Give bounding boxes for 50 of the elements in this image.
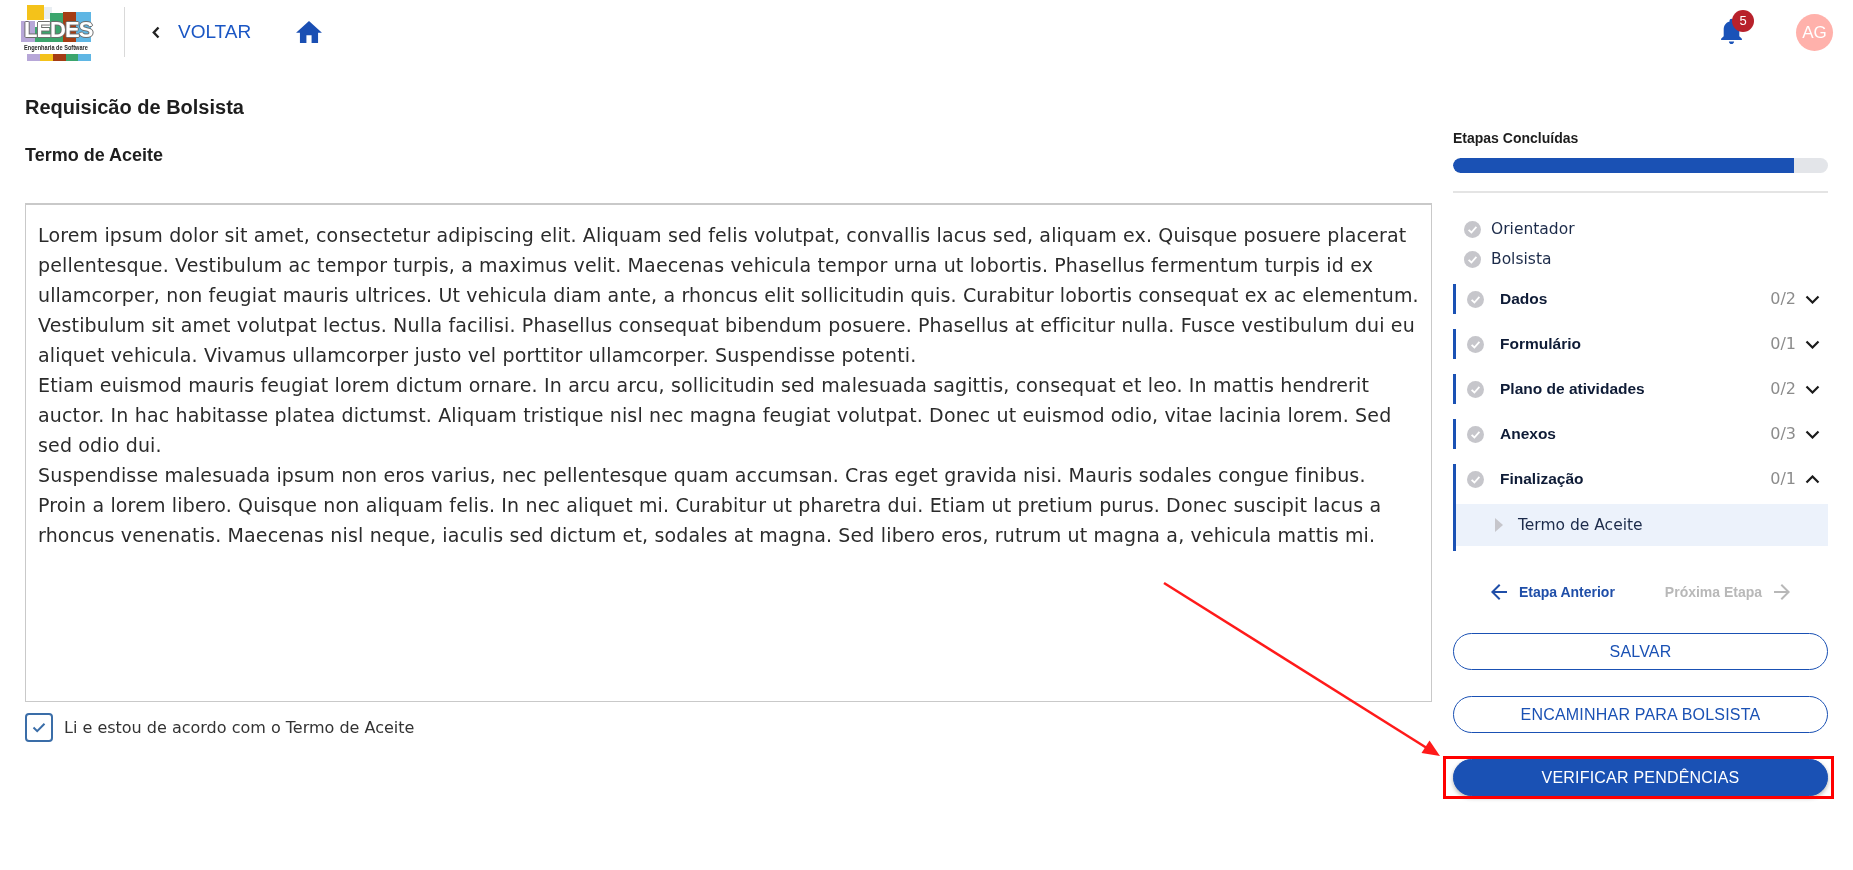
step-group-label[interactable]: Formulário (1500, 334, 1771, 354)
notification-badge: 5 (1732, 10, 1754, 32)
step-label[interactable]: Bolsista (1491, 249, 1552, 269)
chevron-down-icon[interactable] (1805, 294, 1820, 304)
chevron-left-icon (152, 25, 160, 39)
step-count: 0/2 (1770, 379, 1796, 399)
check-circle-icon (1467, 290, 1484, 308)
step-count: 0/1 (1770, 469, 1796, 489)
step-count: 0/1 (1770, 334, 1796, 354)
check-circle-icon (1467, 425, 1484, 443)
agreement-checkbox[interactable] (25, 713, 53, 742)
caret-right-icon (1495, 518, 1503, 532)
terms-paragraph: Lorem ipsum dolor sit amet, consectetur adipiscing elit. Aliquam sed felis volutpat, convallis lacus sed, aliquam ex. Quisque posuere placerat pellentesque. Vestibulum ac tempor turpis, a maximus velit. Maecenas vehicula tempor urna ut lobortis. Phasellus fermentum turpis id ex ullamcorper, non feugiat mauris ultrices. Ut vehicula diam ante, a rhoncus elit sollicitudin quis. Curabitur lobortis consequat ex ac elementum. Vestibulum sit amet volutpat lectus. Nulla facilisi. Phasellus consequat bibendum posuere. Phasellus at efficitur nulla. Fusce vestibulum dui eu aliquet vehicula. Vivamus ullamcorper justo vel porttitor ullamcorper. Suspendisse potenti. (38, 223, 1419, 368)
logo-tagline: Engenharia de Software (24, 42, 88, 53)
step-group-label[interactable]: Finalização (1500, 469, 1771, 489)
checkmark-icon (32, 722, 46, 733)
arrow-right-icon (1774, 584, 1791, 600)
previous-step-button[interactable]: Etapa Anterior (1490, 582, 1615, 602)
page-title: Requisicão de Bolsista (25, 95, 245, 120)
chevron-down-icon[interactable] (1805, 339, 1820, 349)
terms-paragraph: Etiam euismod mauris feugiat lorem dictum ornare. In arcu arcu, sollicitudin sed malesuada sagittis, consequat et leo. In mattis hendrerit auctor. In hac habitasse platea dictumst. Aliquam tristique nisl nec magna feugiat volutpat. Donec ut euismod odio, vitae lacinia lorem. Sed sed odio dui. (38, 373, 1393, 458)
step-group-label[interactable]: Anexos (1500, 424, 1771, 444)
step-group-label[interactable]: Dados (1500, 289, 1771, 309)
home-icon (296, 21, 323, 43)
chevron-up-icon[interactable] (1805, 474, 1820, 484)
check-circle-icon (1464, 220, 1481, 238)
step-group-label[interactable]: Plano de atividades (1500, 379, 1771, 399)
step-count: 0/3 (1770, 424, 1796, 444)
notifications-button[interactable]: 5 (1720, 7, 1754, 44)
step-count: 0/2 (1770, 289, 1796, 309)
progress-title: Etapas Concluídas (1453, 129, 1580, 147)
action-button[interactable]: ENCAMINHAR PARA BOLSISTA (1453, 696, 1828, 733)
logo-puzzle-drawing (20, 4, 92, 62)
check-circle-icon (1467, 335, 1484, 353)
section-title: Termo de Aceite (25, 144, 165, 167)
chevron-down-icon[interactable] (1805, 384, 1820, 394)
arrow-left-icon (1490, 584, 1507, 600)
substep-item[interactable]: Termo de Aceite (1456, 504, 1828, 546)
home-button[interactable] (296, 21, 323, 43)
chevron-down-icon[interactable] (1805, 429, 1820, 439)
agreement-label: Li e estou de acordo com o Termo de Aceite (64, 716, 415, 739)
action-button[interactable]: SALVAR (1453, 633, 1828, 670)
check-circle-icon (1467, 380, 1484, 398)
back-link[interactable]: VOLTAR (152, 20, 252, 44)
check-circle-icon (1464, 250, 1481, 268)
action-button[interactable]: VERIFICAR PENDÊNCIAS (1453, 759, 1828, 796)
terms-paragraph: Suspendisse malesuada ipsum non eros varius, nec pellentesque quam accumsan. Cras eget gravida nisi. Mauris sodales congue finibus. Proin a lorem libero. Quisque non aliquam felis. In nec aliquet mi. Curabitur ut pharetra dui. Etiam ut pretium purus. Donec suscipit lacus a rhoncus venenatis. Maecenas nisl neque, iaculis sed dictum et, sodales at magna. Sed libero eros, rutrum ut magna a, vehicula mattis mi. (38, 463, 1383, 548)
check-circle-icon (1467, 470, 1484, 488)
substep-label: Termo de Aceite (1518, 515, 1643, 535)
step-label[interactable]: Orientador (1491, 219, 1575, 239)
